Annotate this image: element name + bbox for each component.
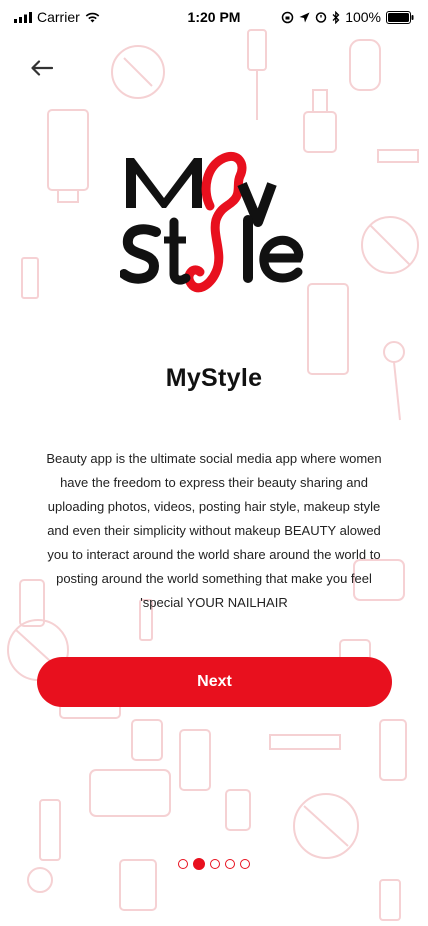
mystyle-logo <box>120 152 304 293</box>
battery-percent: 100% <box>345 9 381 25</box>
page-dot-2-active[interactable] <box>193 858 205 870</box>
battery-icon <box>386 10 414 24</box>
location-icon <box>299 12 310 22</box>
alarm-icon <box>315 12 327 23</box>
next-button[interactable]: Next <box>37 657 392 707</box>
pagination-dots <box>0 858 428 870</box>
page-dot-3[interactable] <box>210 859 220 869</box>
rotation-lock-icon <box>281 11 294 23</box>
bluetooth-icon <box>332 10 340 24</box>
page-title: MyStyle <box>165 364 263 392</box>
page-dot-1[interactable] <box>178 859 188 869</box>
app-description: Beauty app is the ultimate social media … <box>46 451 382 610</box>
status-bar: Carrier 1:20 PM 100% <box>0 0 428 34</box>
arrow-left-icon <box>31 60 53 76</box>
page-dot-5[interactable] <box>240 859 250 869</box>
back-button[interactable] <box>28 54 56 82</box>
status-right: 100% <box>281 9 414 25</box>
page-dot-4[interactable] <box>225 859 235 869</box>
